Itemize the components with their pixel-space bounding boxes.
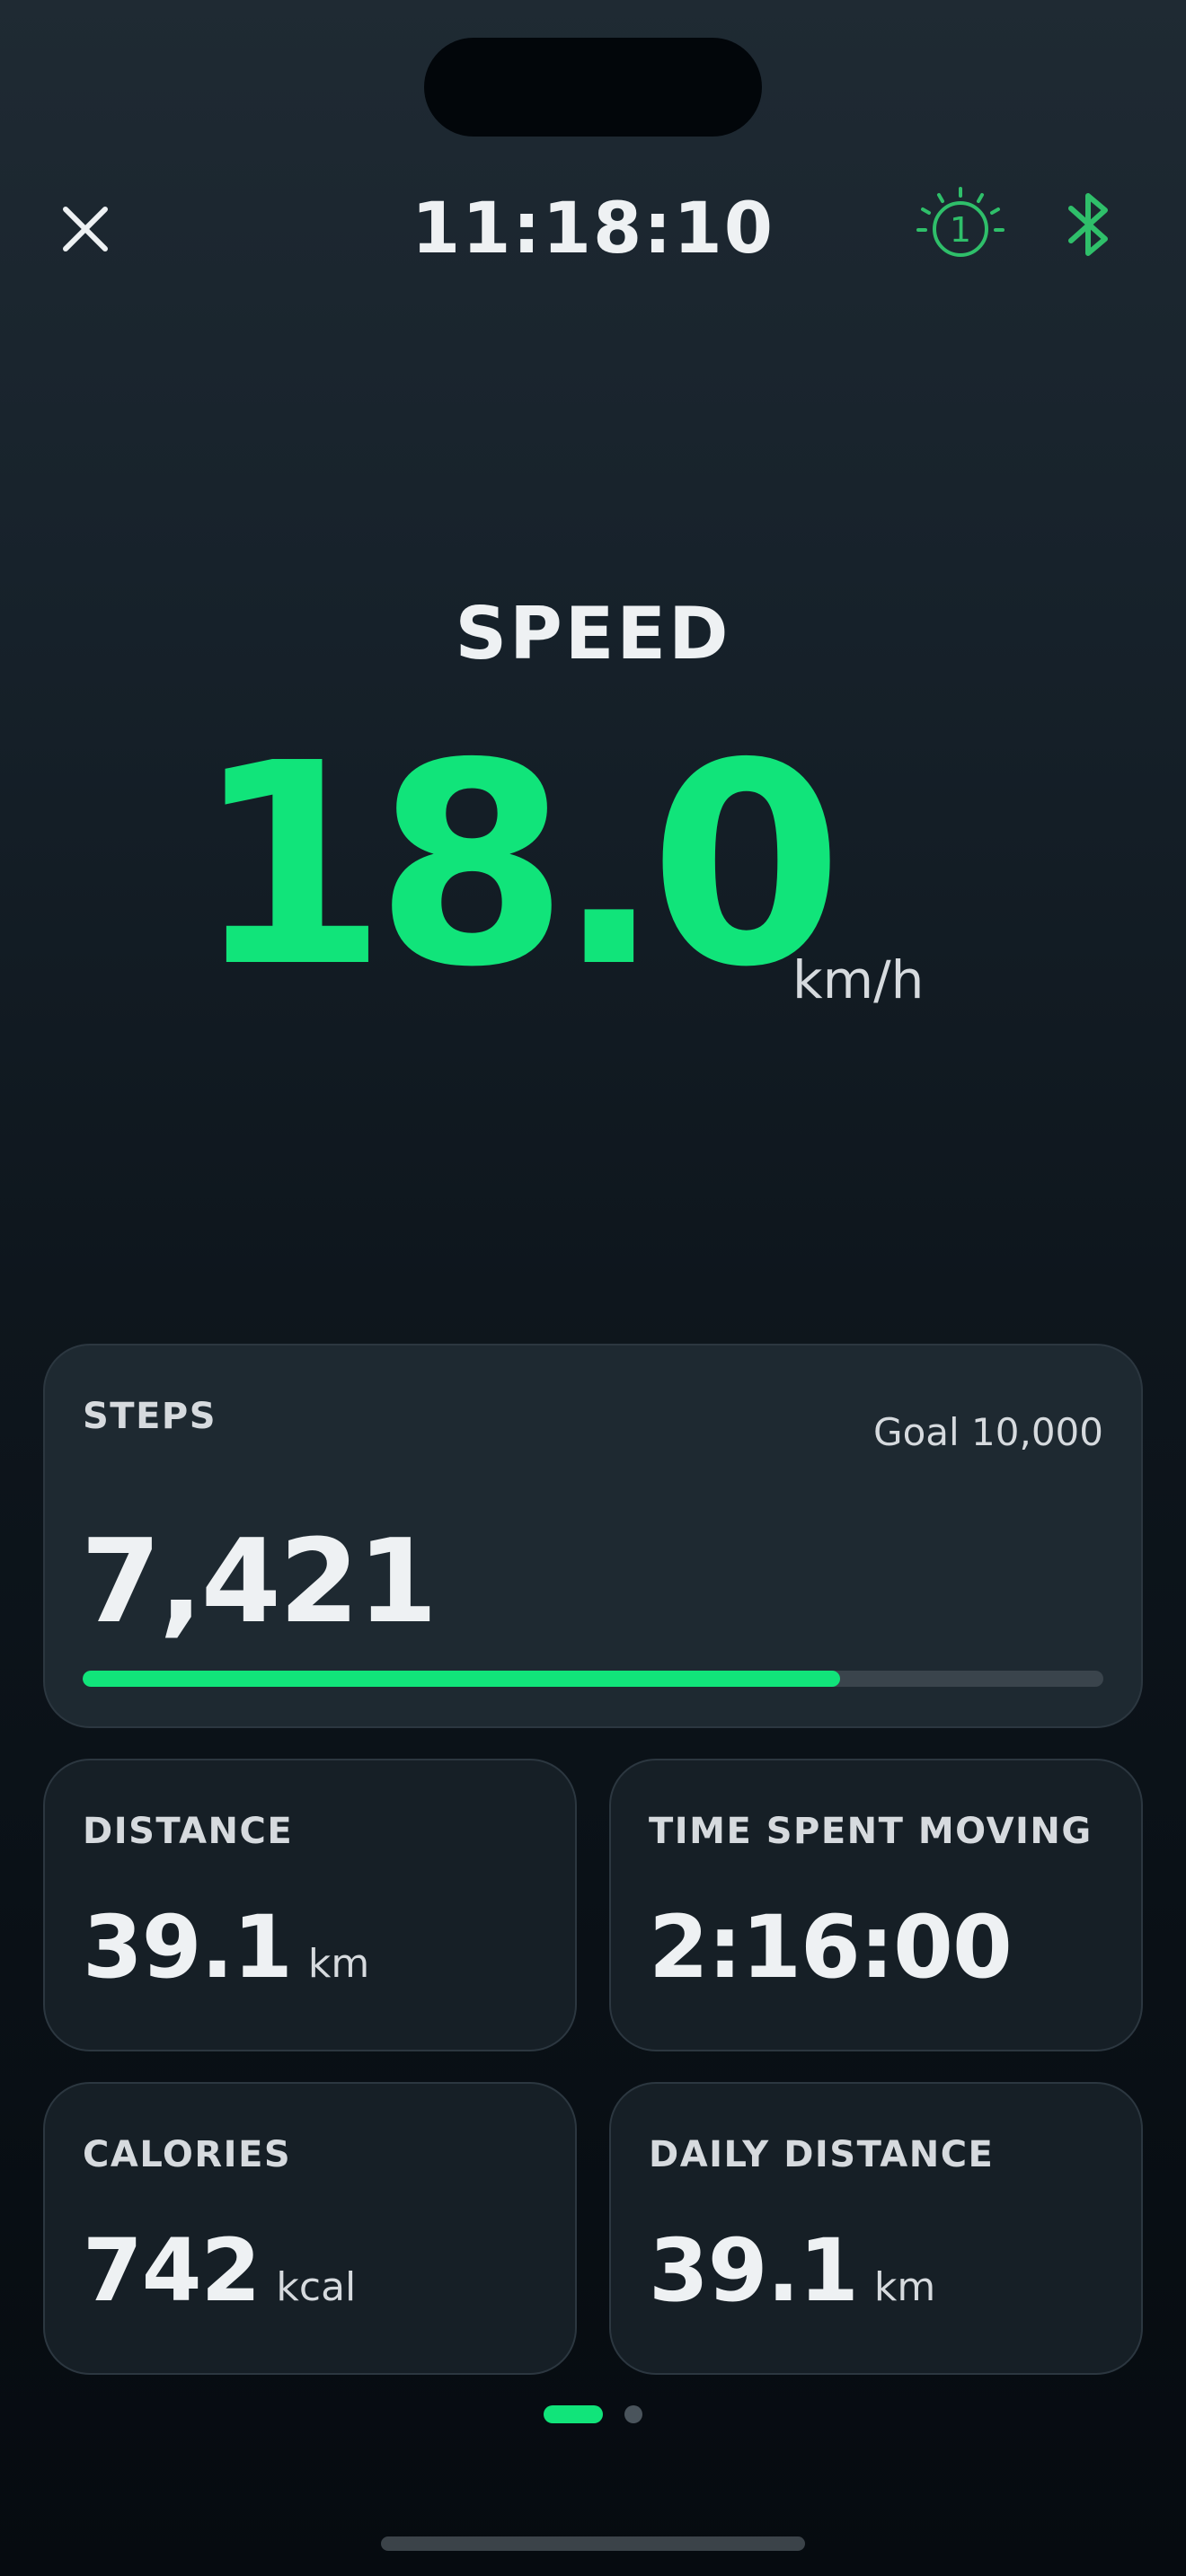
close-icon xyxy=(63,207,108,251)
time-moving-value: 2:16:00 xyxy=(649,1897,1013,1998)
close-button[interactable] xyxy=(56,199,115,259)
daily-distance-value: 39.1 xyxy=(649,2220,859,2321)
timer-icon[interactable]: 1 xyxy=(911,180,1010,278)
page-dot-2[interactable] xyxy=(624,2405,642,2423)
steps-progress-fill xyxy=(83,1671,841,1687)
speed-label: SPEED xyxy=(455,591,731,675)
steps-value: 7,421 xyxy=(81,1515,438,1649)
page-dot-1[interactable] xyxy=(544,2405,603,2423)
daily-distance-card[interactable]: DAILY DISTANCE 39.1 km xyxy=(609,2082,1143,2375)
dynamic-island xyxy=(424,38,762,137)
bluetooth-icon[interactable] xyxy=(1060,190,1116,259)
distance-value: 39.1 xyxy=(83,1897,293,1998)
time-moving-label: TIME SPENT MOVING xyxy=(649,1811,1093,1852)
calories-unit: kcal xyxy=(276,2264,357,2310)
steps-label: STEPS xyxy=(83,1396,217,1437)
steps-progress-bar xyxy=(83,1671,1103,1687)
calories-label: CALORIES xyxy=(83,2134,292,2175)
distance-unit: km xyxy=(307,1941,370,1987)
speed-unit: km/h xyxy=(792,949,925,1010)
calories-card[interactable]: CALORIES 742 kcal xyxy=(43,2082,577,2375)
daily-distance-unit: km xyxy=(873,2264,936,2310)
time-moving-card[interactable]: TIME SPENT MOVING 2:16:00 xyxy=(609,1759,1143,2051)
steps-card[interactable]: STEPS Goal 10,000 7,421 xyxy=(43,1344,1143,1728)
page-indicator xyxy=(0,2405,1186,2423)
workout-time: 11:18:10 xyxy=(411,189,775,269)
distance-label: DISTANCE xyxy=(83,1811,294,1852)
steps-goal: Goal 10,000 xyxy=(873,1410,1103,1454)
daily-distance-label: DAILY DISTANCE xyxy=(649,2134,995,2175)
timer-badge-text: 1 xyxy=(950,210,971,250)
speed-value: 18.0 xyxy=(193,704,844,1028)
distance-card[interactable]: DISTANCE 39.1 km xyxy=(43,1759,577,2051)
calories-value: 742 xyxy=(83,2220,261,2321)
home-indicator[interactable] xyxy=(381,2536,805,2551)
